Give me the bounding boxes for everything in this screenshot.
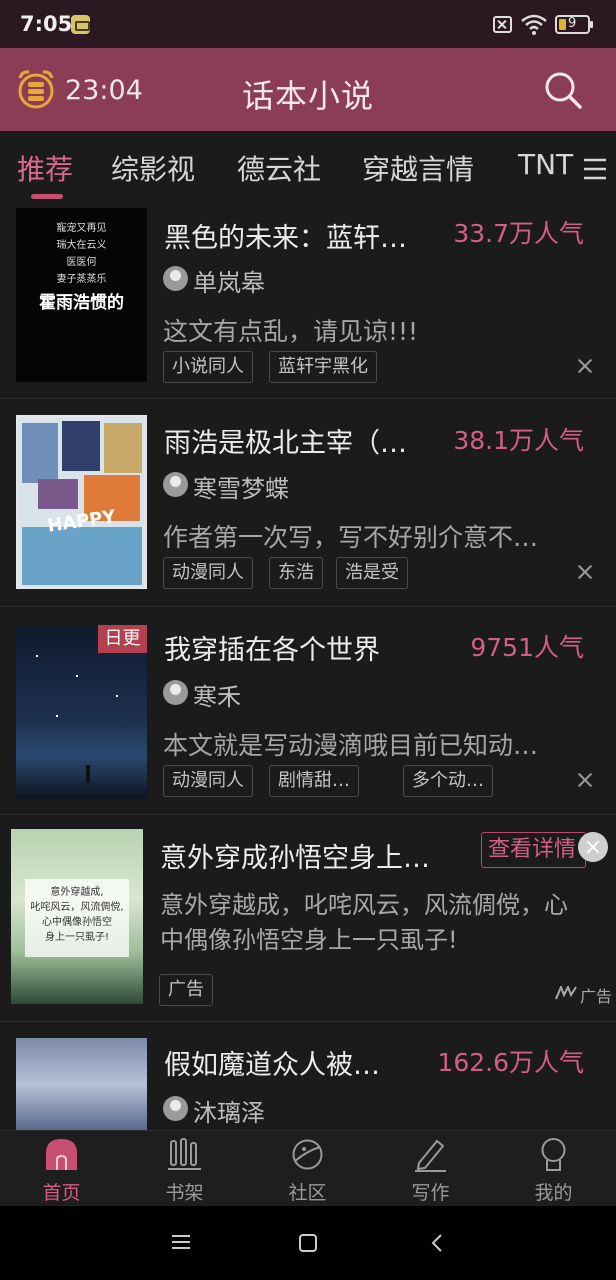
status-bar: 7:05 9 <box>0 0 616 48</box>
cover-text: 瑞大在云义 <box>56 240 107 251</box>
recents-menu-icon[interactable] <box>172 1234 190 1250</box>
book-title[interactable]: 黑色的未来：蓝轩… <box>164 216 407 255</box>
book-title[interactable]: 假如魔道众人被… <box>164 1043 380 1082</box>
popularity-count: 9751人气 <box>470 633 584 662</box>
book-tag[interactable]: 浩是受 <box>336 557 408 589</box>
book-description: 作者第一次写，写不好别介意不… <box>163 523 539 552</box>
ad-cover[interactable]: 意外穿越成, 叱咤风云，风流倜傥, 心中偶像孙悟空 身上一只虱子! <box>11 829 143 1004</box>
popularity-count: 33.7万人气 <box>453 219 584 248</box>
ad-description: 意外穿越成，叱咤风云，风流倜傥，心中偶像孙悟空身上一只虱子! <box>160 891 568 954</box>
author-name: 沐璃泽 <box>193 1099 265 1127</box>
cover-text: 寵宠又再见 <box>56 223 107 234</box>
dismiss-icon[interactable] <box>576 357 594 375</box>
wifi-icon <box>521 14 547 35</box>
nav-home[interactable]: 首页 <box>0 1131 123 1207</box>
app-title: 话本小说 <box>241 77 374 115</box>
book-cover[interactable]: HAPPY <box>16 415 147 589</box>
cover-text: 意外穿越成, <box>50 887 104 898</box>
ad-title[interactable]: 意外穿成孙悟空身上… <box>160 836 430 875</box>
battery-level: 9 <box>568 16 577 31</box>
cover-text: 心中偶像孙悟空 <box>42 917 112 928</box>
dismiss-icon[interactable] <box>576 563 594 581</box>
author-name: 寒雪梦蝶 <box>193 475 289 503</box>
ad-close-icon[interactable] <box>578 832 608 862</box>
book-title[interactable]: 我穿插在各个世界 <box>164 628 380 667</box>
notification-app-icon <box>71 15 90 34</box>
book-tag[interactable]: 动漫同人 <box>163 557 253 589</box>
author-avatar <box>163 472 188 497</box>
cover-text: 身上一只虱子! <box>44 932 109 943</box>
tab-time-travel-romance[interactable]: 穿越言情 <box>362 148 474 188</box>
app-header: 23:04 话本小说 <box>0 48 616 131</box>
book-cover[interactable] <box>16 1038 147 1130</box>
cover-text: 医医何 <box>66 257 97 268</box>
tab-tnt[interactable]: TNT <box>518 148 573 181</box>
book-tag[interactable]: 小说同人 <box>163 351 253 383</box>
book-description: 这文有点乱，请见谅!!! <box>163 317 419 346</box>
sim-off-icon <box>493 16 512 33</box>
pencil-icon <box>415 1139 446 1172</box>
book-tag[interactable]: 动漫同人 <box>163 765 253 797</box>
author-avatar <box>163 1096 188 1121</box>
cover-text: 妻子蒸蒸乐 <box>56 274 107 285</box>
nav-label: 书架 <box>165 1182 204 1204</box>
system-navigation-bar <box>0 1206 616 1280</box>
category-tabs: 推荐 综影视 德云社 穿越言情 TNT <box>0 131 616 203</box>
profile-icon <box>541 1138 566 1171</box>
nav-label: 社区 <box>288 1182 327 1204</box>
active-tab-indicator <box>31 194 63 199</box>
book-tag[interactable]: 东浩 <box>269 557 323 589</box>
nav-label: 写作 <box>411 1182 450 1204</box>
view-details-button[interactable]: 查看详情 <box>481 832 586 868</box>
nav-write[interactable]: 写作 <box>369 1131 492 1207</box>
nav-label: 首页 <box>42 1182 81 1204</box>
planet-icon <box>292 1139 323 1170</box>
cover-text: 叱咤风云，风流倜傥, <box>30 902 124 913</box>
ad-network-logo-icon <box>555 986 577 1000</box>
popularity-count: 38.1万人气 <box>453 426 584 455</box>
search-icon[interactable] <box>543 70 583 110</box>
book-tag[interactable]: 多个动… <box>403 765 493 797</box>
status-time: 7:05 <box>20 12 73 36</box>
ad-tag: 广告 <box>159 974 213 1006</box>
popularity-count: 162.6万人气 <box>437 1048 584 1077</box>
dismiss-icon[interactable] <box>576 771 594 789</box>
cover-title: 霍雨浩惯的 <box>39 293 124 313</box>
author-avatar <box>163 266 188 291</box>
ad-label: 广告 <box>580 987 613 1006</box>
nav-community[interactable]: 社区 <box>246 1131 369 1207</box>
book-description: 本文就是写动漫滴哦目前已知动… <box>163 731 539 760</box>
author-avatar <box>163 680 188 705</box>
book-tag[interactable]: 蓝轩宇黑化 <box>269 351 377 383</box>
back-icon[interactable] <box>430 1233 444 1253</box>
bookshelf-icon <box>168 1138 201 1170</box>
author-name: 单岚皋 <box>193 269 265 297</box>
nav-label: 我的 <box>534 1182 573 1204</box>
more-tabs-menu-icon[interactable] <box>582 157 608 181</box>
book-tag[interactable]: 剧情甜… <box>269 765 359 797</box>
author-name: 寒禾 <box>193 683 241 711</box>
nav-profile[interactable]: 我的 <box>492 1131 615 1207</box>
book-cover[interactable]: 寵宠又再见 瑞大在云义 医医何 妻子蒸蒸乐 霍雨浩惯的 <box>16 208 147 382</box>
daily-update-badge: 日更 <box>98 625 147 653</box>
tab-recommend[interactable]: 推荐 <box>17 148 73 188</box>
bottom-navigation: 首页 书架 社区 写作 我的 <box>0 1130 616 1206</box>
nav-bookshelf[interactable]: 书架 <box>123 1131 246 1207</box>
battery-icon: 9 <box>555 15 593 34</box>
home-button-icon[interactable] <box>299 1234 317 1252</box>
tab-deyunshe[interactable]: 德云社 <box>237 148 321 188</box>
book-title[interactable]: 雨浩是极北主宰（… <box>164 421 407 460</box>
tab-film-tv[interactable]: 综影视 <box>111 148 195 188</box>
home-icon <box>46 1139 77 1170</box>
